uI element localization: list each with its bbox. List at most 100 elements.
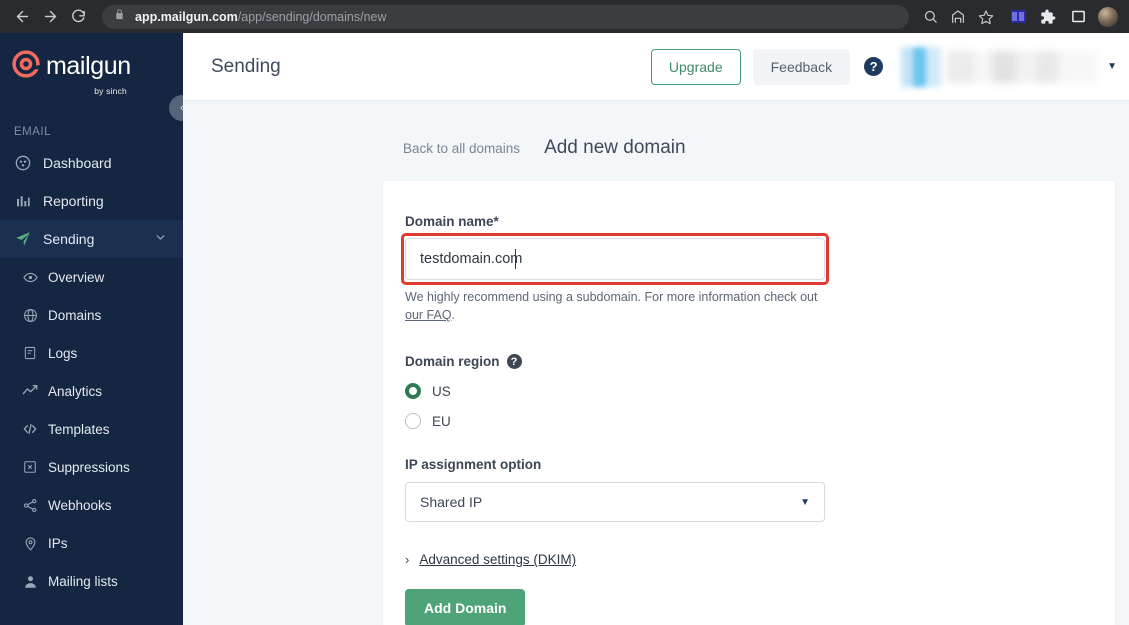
side-panel-icon[interactable] (1065, 4, 1091, 30)
eye-icon (22, 269, 38, 285)
brand-logo[interactable]: mailgun by sinch (0, 33, 183, 96)
help-text-part1: We highly recommend using a subdomain. F… (405, 290, 818, 304)
feedback-button[interactable]: Feedback (752, 48, 851, 85)
add-domain-button[interactable]: Add Domain (405, 589, 526, 625)
domain-region-label-row: Domain region ? (405, 354, 1115, 370)
logo-subtitle: by sinch (94, 86, 127, 96)
user-account-area[interactable]: ▼ (901, 46, 1117, 87)
sidebar-item-label: Dashboard (43, 155, 112, 171)
url-text: app.mailgun.com/app/sending/domains/new (135, 10, 387, 24)
app-shell: mailgun by sinch EMAIL Dashboard Reporti… (0, 33, 1129, 625)
omnibox-actions (917, 5, 999, 29)
sidebar-item-suppressions[interactable]: Suppressions (0, 448, 183, 486)
faq-link[interactable]: our FAQ (405, 308, 452, 322)
sidebar-item-label: Domains (48, 307, 102, 323)
content-area: Back to all domains Add new domain Domai… (183, 101, 1129, 625)
back-arrow-icon[interactable] (8, 3, 36, 31)
sidebar-item-dashboard[interactable]: Dashboard (0, 144, 183, 182)
breadcrumb: Back to all domains Add new domain (183, 101, 1122, 159)
logo-wordmark: mailgun (46, 52, 131, 80)
chevron-down-icon: ▼ (800, 496, 810, 508)
radio-icon (405, 413, 421, 430)
domain-name-input[interactable] (405, 238, 825, 280)
add-domain-card: Domain name* We highly recommend using a… (383, 181, 1115, 625)
sidebar-section-email: EMAIL (14, 126, 52, 138)
bar-chart-icon (14, 192, 32, 210)
extension-badge-icon[interactable] (1005, 4, 1031, 30)
puzzle-icon[interactable] (1035, 4, 1061, 30)
forward-arrow-icon[interactable] (36, 3, 64, 31)
back-to-all-domains-link[interactable]: Back to all domains (403, 141, 520, 156)
chevron-down-icon (154, 231, 167, 247)
sidebar-item-domains[interactable]: Domains (0, 296, 183, 334)
chevron-right-icon: › (405, 552, 410, 568)
ip-assignment-label: IP assignment option (405, 457, 542, 473)
breadcrumb-current: Add new domain (544, 137, 686, 158)
domain-region-label: Domain region (405, 354, 500, 370)
upgrade-button[interactable]: Upgrade (650, 48, 741, 85)
advanced-settings-link[interactable]: Advanced settings (DKIM) (419, 552, 576, 567)
sidebar-item-reporting[interactable]: Reporting (0, 182, 183, 220)
reload-icon[interactable] (64, 3, 92, 31)
star-icon[interactable] (973, 5, 999, 29)
topbar-actions: Upgrade Feedback ? ▼ (650, 46, 1117, 87)
region-option-label: US (432, 383, 451, 399)
share-icon[interactable] (945, 5, 971, 29)
topbar: Sending Upgrade Feedback ? ▼ (183, 33, 1129, 101)
page-title: Sending (211, 55, 281, 77)
sidebar-item-label: Templates (48, 421, 110, 437)
url-path: /app/sending/domains/new (237, 9, 387, 24)
sidebar-item-overview[interactable]: Overview (0, 258, 183, 296)
ip-assignment-select[interactable]: Shared IP ▼ (405, 482, 825, 523)
sidebar-item-label: Suppressions (48, 459, 130, 475)
line-chart-icon (22, 383, 38, 399)
chevron-down-icon[interactable]: ▼ (1107, 61, 1117, 72)
dashboard-icon (14, 154, 32, 172)
person-icon (22, 573, 38, 589)
mailgun-logo-icon (12, 50, 40, 83)
sidebar: mailgun by sinch EMAIL Dashboard Reporti… (0, 33, 183, 625)
sidebar-item-mailing-lists[interactable]: Mailing lists (0, 562, 183, 600)
avatar (901, 46, 942, 87)
location-pin-icon (22, 535, 38, 551)
sidebar-item-webhooks[interactable]: Webhooks (0, 486, 183, 524)
sidebar-item-label: Sending (43, 231, 95, 247)
sidebar-item-sending[interactable]: Sending (0, 220, 183, 258)
region-option-eu[interactable]: EU (405, 413, 1115, 430)
sidebar-item-label: Reporting (43, 193, 104, 209)
lock-icon (114, 8, 125, 26)
region-option-us[interactable]: US (405, 383, 1115, 400)
sidebar-item-label: IPs (48, 535, 68, 551)
sidebar-item-label: Mailing lists (48, 573, 118, 589)
sidebar-item-analytics[interactable]: Analytics (0, 372, 183, 410)
ip-assignment-value: Shared IP (420, 494, 483, 511)
question-mark-icon[interactable]: ? (506, 354, 522, 370)
sidebar-item-label: Analytics (48, 383, 103, 399)
globe-icon (22, 307, 38, 323)
sidebar-item-logs[interactable]: Logs (0, 334, 183, 372)
profile-avatar[interactable] (1095, 4, 1121, 30)
advanced-settings-toggle[interactable]: › Advanced settings (DKIM) (405, 552, 1115, 567)
share-nodes-icon (22, 497, 38, 513)
region-option-label: EU (432, 413, 451, 429)
sidebar-item-ips[interactable]: IPs (0, 524, 183, 562)
sidebar-item-label: Logs (48, 345, 78, 361)
search-icon[interactable] (917, 5, 943, 29)
document-icon (22, 345, 38, 361)
code-icon (22, 421, 38, 437)
main-area: Sending Upgrade Feedback ? ▼ Back to all… (183, 33, 1129, 625)
paper-plane-icon (14, 230, 32, 248)
help-text-part2: . (451, 308, 456, 323)
help-icon[interactable]: ? (864, 57, 884, 76)
url-domain: app.mailgun.com (135, 9, 238, 24)
sidebar-item-templates[interactable]: Templates (0, 410, 183, 448)
radio-icon (405, 383, 421, 400)
sidebar-item-label: Webhooks (48, 497, 112, 513)
address-bar[interactable]: app.mailgun.com/app/sending/domains/new (102, 4, 909, 29)
domain-input-wrapper (401, 233, 829, 285)
browser-extensions (999, 4, 1121, 30)
domain-help-text: We highly recommend using a subdomain. F… (405, 288, 825, 324)
text-cursor (515, 249, 516, 269)
browser-toolbar: app.mailgun.com/app/sending/domains/new (0, 0, 1129, 33)
sidebar-item-label: Overview (48, 269, 105, 285)
